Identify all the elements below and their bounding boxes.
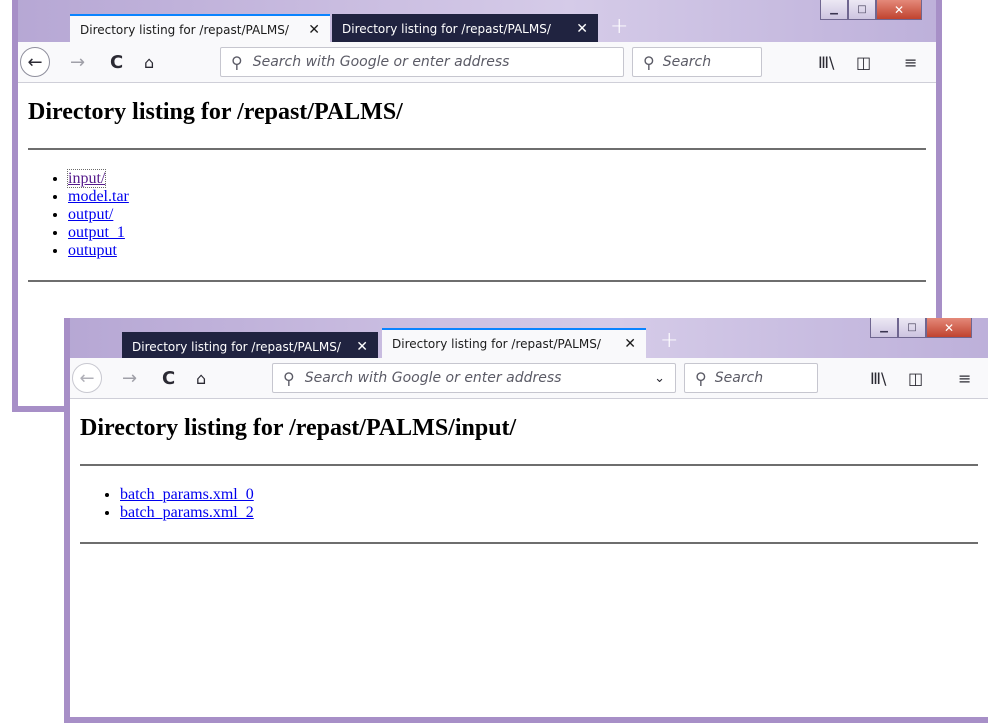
forward-button[interactable]: → [70, 52, 85, 73]
tab-palms[interactable]: Directory listing for /repast/PALMS/ ✕ [70, 14, 330, 44]
nav-bar: ← → C ⌂ ⚲ Search with Google or enter ad… [18, 42, 936, 83]
search-icon: ⚲ [695, 368, 707, 388]
address-placeholder: Search with Google or enter address [252, 54, 510, 70]
minimize-button[interactable]: ▁ [870, 318, 898, 338]
new-tab-button[interactable]: + [660, 330, 678, 352]
home-button[interactable]: ⌂ [196, 369, 206, 388]
divider [28, 148, 926, 150]
close-icon[interactable]: ✕ [308, 22, 320, 38]
menu-icon[interactable]: ≡ [904, 53, 917, 72]
page-content: Directory listing for /repast/PALMS/inpu… [70, 399, 988, 544]
list-item: output_1 [68, 224, 926, 242]
close-icon[interactable]: ✕ [624, 336, 636, 352]
back-button[interactable]: ← [72, 363, 102, 393]
page-content: Directory listing for /repast/PALMS/ inp… [18, 83, 936, 282]
forward-button[interactable]: → [122, 368, 137, 389]
file-link-output[interactable]: output/ [68, 206, 113, 223]
file-list: input/ model.tar output/ output_1 outupu… [28, 169, 926, 260]
tab-label: Directory listing for /repast/PALMS/ [392, 337, 601, 351]
chevron-down-icon[interactable]: ⌄ [654, 371, 665, 386]
browser-window-front: Directory listing for /repast/PALMS/ ✕ D… [64, 318, 988, 723]
address-bar[interactable]: ⚲ Search with Google or enter address ⌄ [272, 363, 676, 393]
list-item: input/ [66, 169, 926, 188]
library-icon[interactable]: Ⅲ\ [818, 53, 834, 72]
minimize-button[interactable]: ▁ [820, 0, 848, 20]
file-link-model-tar[interactable]: model.tar [68, 188, 129, 205]
home-button[interactable]: ⌂ [144, 53, 154, 72]
nav-bar: ← → C ⌂ ⚲ Search with Google or enter ad… [70, 358, 988, 399]
address-bar[interactable]: ⚲ Search with Google or enter address [220, 47, 624, 77]
list-item: model.tar [68, 188, 926, 206]
library-icon[interactable]: Ⅲ\ [870, 369, 886, 388]
window-close-button[interactable]: ✕ [876, 0, 922, 20]
search-placeholder: Search [662, 54, 712, 70]
reload-button[interactable]: C [162, 368, 175, 389]
list-item: batch_params.xml_2 [120, 504, 978, 522]
list-item: outuput [68, 242, 926, 260]
tab-palms-2[interactable]: Directory listing for /repast/PALMS/ ✕ [332, 14, 598, 44]
menu-icon[interactable]: ≡ [958, 369, 971, 388]
divider [80, 542, 978, 544]
window-close-button[interactable]: ✕ [926, 318, 972, 338]
tab-label: Directory listing for /repast/PALMS/ [80, 23, 289, 37]
maximize-button[interactable]: □ [898, 318, 926, 338]
divider [28, 280, 926, 282]
reload-button[interactable]: C [110, 52, 123, 73]
file-link-output-1[interactable]: output_1 [68, 224, 125, 241]
tab-label: Directory listing for /repast/PALMS/ [132, 340, 341, 354]
file-link-input[interactable]: input/ [66, 169, 107, 188]
maximize-button[interactable]: □ [848, 0, 876, 20]
tab-label: Directory listing for /repast/PALMS/ [342, 22, 551, 36]
divider [80, 464, 978, 466]
list-item: batch_params.xml_0 [120, 486, 978, 504]
title-bar: Directory listing for /repast/PALMS/ ✕ D… [18, 0, 936, 44]
close-icon[interactable]: ✕ [356, 339, 368, 355]
file-link-batch-params-2[interactable]: batch_params.xml_2 [120, 504, 254, 521]
sidebar-icon[interactable]: ◫ [908, 369, 923, 388]
search-placeholder: Search [714, 370, 764, 386]
file-link-batch-params-0[interactable]: batch_params.xml_0 [120, 486, 254, 503]
search-icon: ⚲ [283, 368, 295, 388]
list-item: output/ [68, 206, 926, 224]
file-link-outuput[interactable]: outuput [68, 242, 117, 259]
title-bar: Directory listing for /repast/PALMS/ ✕ D… [70, 318, 988, 362]
search-icon: ⚲ [231, 52, 243, 72]
close-icon[interactable]: ✕ [576, 21, 588, 37]
tab-palms-input[interactable]: Directory listing for /repast/PALMS/ ✕ [382, 328, 646, 358]
search-icon: ⚲ [643, 52, 655, 72]
search-box[interactable]: ⚲ Search [684, 363, 818, 393]
page-title: Directory listing for /repast/PALMS/inpu… [80, 415, 517, 441]
window-controls: ▁ □ ✕ [820, 0, 922, 20]
sidebar-icon[interactable]: ◫ [856, 53, 871, 72]
page-title: Directory listing for /repast/PALMS/ [28, 99, 403, 125]
new-tab-button[interactable]: + [610, 16, 628, 38]
search-box[interactable]: ⚲ Search [632, 47, 762, 77]
address-placeholder: Search with Google or enter address [304, 370, 562, 386]
file-list: batch_params.xml_0 batch_params.xml_2 [80, 486, 978, 522]
back-button[interactable]: ← [20, 47, 50, 77]
window-controls: ▁ □ ✕ [870, 318, 972, 338]
